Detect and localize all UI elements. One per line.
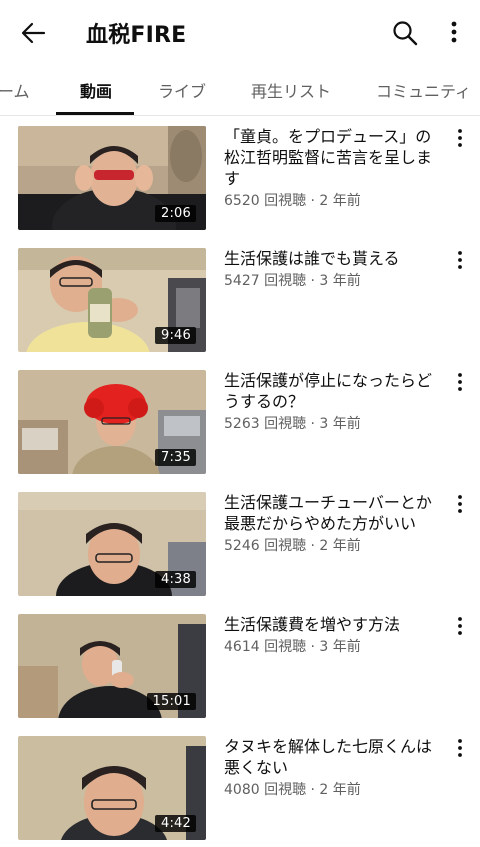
channel-tabs: ーム 動画 ライブ 再生リスト コミュニティ	[0, 64, 480, 116]
tab-playlists[interactable]: 再生リスト	[251, 78, 331, 102]
video-meta: 5427 回視聴 · 3 年前	[224, 273, 361, 289]
video-meta: 5263 回視聴 · 3 年前	[224, 416, 361, 432]
video-duration: 4:38	[155, 571, 196, 588]
tab-home[interactable]: ーム	[0, 78, 30, 102]
video-duration: 7:35	[155, 449, 196, 466]
video-list-item[interactable]: 9:46 生活保護は誰でも貰える 5427 回視聴 · 3 年前	[0, 248, 480, 358]
video-list-item[interactable]: 4:38 生活保護ユーチューバーとか最悪だからやめた方がいい 5246 回視聴 …	[0, 492, 480, 602]
more-vertical-icon[interactable]	[452, 128, 468, 148]
video-title[interactable]: 「童貞。をプロデュース」の松江哲明監督に苦言を呈します	[224, 126, 446, 189]
video-meta: 4614 回視聴 · 3 年前	[224, 639, 361, 655]
video-list-item[interactable]: 2:06 「童貞。をプロデュース」の松江哲明監督に苦言を呈します 6520 回視…	[0, 126, 480, 236]
video-duration: 4:42	[155, 815, 196, 832]
more-vertical-icon[interactable]	[452, 494, 468, 514]
video-list-item[interactable]: 7:35 生活保護が停止になったらどうするの？ 5263 回視聴 · 3 年前	[0, 370, 480, 480]
tab-community[interactable]: コミュニティ	[376, 78, 471, 102]
video-thumbnail[interactable]: 9:46	[18, 248, 206, 352]
tab-videos[interactable]: 動画	[80, 78, 112, 102]
video-title[interactable]: タヌキを解体した七原くんは悪くない	[224, 736, 446, 778]
video-thumbnail[interactable]: 7:35	[18, 370, 206, 474]
video-title[interactable]: 生活保護は誰でも貰える	[224, 248, 446, 269]
video-thumbnail[interactable]: 4:42	[18, 736, 206, 840]
video-duration: 9:46	[155, 327, 196, 344]
video-title[interactable]: 生活保護費を増やす方法	[224, 614, 446, 635]
more-vertical-icon[interactable]	[442, 18, 466, 48]
more-vertical-icon[interactable]	[452, 372, 468, 392]
video-thumbnail[interactable]: 15:01	[18, 614, 206, 718]
video-title[interactable]: 生活保護ユーチューバーとか最悪だからやめた方がいい	[224, 492, 446, 534]
video-duration: 15:01	[146, 693, 196, 710]
tab-live[interactable]: ライブ	[158, 78, 206, 102]
video-meta: 4080 回視聴 · 2 年前	[224, 782, 361, 798]
video-meta: 6520 回視聴 · 2 年前	[224, 193, 361, 209]
video-duration: 2:06	[155, 205, 196, 222]
search-icon[interactable]	[390, 18, 420, 48]
back-arrow-icon[interactable]	[18, 18, 48, 48]
top-app-bar: 血税FIRE	[0, 0, 480, 64]
video-thumbnail[interactable]: 4:38	[18, 492, 206, 596]
channel-title: 血税FIRE	[86, 23, 187, 48]
more-vertical-icon[interactable]	[452, 250, 468, 270]
active-tab-indicator	[56, 112, 134, 115]
video-list-item[interactable]: 15:01 生活保護費を増やす方法 4614 回視聴 · 3 年前	[0, 614, 480, 724]
video-thumbnail[interactable]: 2:06	[18, 126, 206, 230]
video-list-item[interactable]: 4:42 タヌキを解体した七原くんは悪くない 4080 回視聴 · 2 年前	[0, 736, 480, 846]
video-title[interactable]: 生活保護が停止になったらどうするの？	[224, 370, 446, 412]
video-meta: 5246 回視聴 · 2 年前	[224, 538, 361, 554]
more-vertical-icon[interactable]	[452, 738, 468, 758]
more-vertical-icon[interactable]	[452, 616, 468, 636]
